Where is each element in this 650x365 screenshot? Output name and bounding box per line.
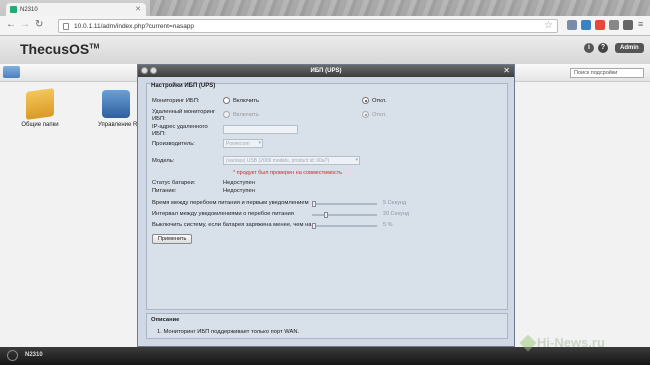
slider-value: 20 Секунд [383, 211, 410, 217]
favicon-icon [10, 6, 17, 13]
brand-logo: ThecusOSTM [20, 41, 100, 57]
ip-label: IP-адрес удаленного ИБП: [152, 124, 208, 137]
desktop-icon-label: Общие папки [21, 122, 59, 128]
taskbar-label: N2310 [25, 352, 43, 358]
close-icon[interactable]: ✕ [503, 65, 510, 77]
vendor-select[interactable]: Powercom ▾ [223, 139, 263, 148]
pocket-icon[interactable] [595, 20, 605, 30]
ups-dialog: ИБП (UPS) ✕ Настройки ИБП (UPS) Монитори… [137, 64, 515, 347]
search-input[interactable]: Поиск подсройки [570, 68, 644, 78]
database-icon [102, 90, 130, 118]
battery-status-value: Недоступен [223, 180, 255, 186]
compatibility-warning: * продукт был проверен на совместимость [233, 170, 343, 176]
enable-label: Включить [233, 98, 260, 104]
reload-icon[interactable]: ↻ [35, 19, 43, 30]
enable-label: Включить [233, 112, 260, 118]
section-title: Настройки ИБП (UPS) [151, 83, 216, 89]
desktop-icon-label: Управление R [98, 122, 138, 128]
slider-label: Время между перебоем питания и первым ув… [152, 200, 309, 206]
monitoring-off-radio[interactable] [362, 97, 369, 104]
address-bar[interactable]: 10.0.1.11/adm/index.php?current=nasapp ☆ [58, 19, 558, 33]
slider-handle[interactable] [324, 212, 329, 218]
power-label: Питание: [152, 188, 177, 194]
remote-monitoring-label: Удаленный мониторинг ИБП: [152, 109, 216, 122]
start-menu-icon[interactable] [3, 66, 20, 78]
extension-icon[interactable] [581, 20, 591, 30]
extension-icon[interactable] [623, 20, 633, 30]
interval-slider[interactable] [312, 212, 377, 218]
power-icon[interactable] [7, 350, 18, 361]
vendor-value: Powercom [226, 141, 250, 147]
ups-settings-fieldset: Настройки ИБП (UPS) Мониторинг ИБП: Вклю… [146, 83, 508, 310]
remote-enable-radio[interactable] [223, 111, 230, 118]
monitoring-label: Мониторинг ИБП: [152, 98, 200, 104]
chevron-down-icon: ▾ [355, 157, 358, 163]
admin-menu[interactable]: Admin [615, 43, 644, 53]
slider-handle[interactable] [312, 223, 316, 229]
extension-icon[interactable] [609, 20, 619, 30]
vendor-label: Производитель: [152, 141, 195, 147]
bookmark-star-icon[interactable]: ☆ [544, 20, 553, 31]
extension-icon[interactable] [567, 20, 577, 30]
dialog-titlebar[interactable]: ИБП (UPS) ✕ [138, 65, 514, 77]
maximize-button[interactable] [150, 67, 157, 74]
admin-label: Admin [620, 45, 639, 51]
help-icon[interactable]: ? [598, 43, 608, 53]
slider-label: Выключить систему, если батарея заряжена… [152, 222, 312, 228]
menu-icon[interactable]: ≡ [638, 19, 643, 29]
description-box: Описание 1. Мониторинг ИБП поддерживает … [146, 313, 508, 339]
slider-value: 5 Секунд [383, 200, 407, 206]
description-text: 1. Мониторинг ИБП поддерживает только по… [157, 329, 300, 335]
off-label: Откл. [372, 112, 387, 118]
info-icon[interactable]: i [584, 43, 594, 53]
shutdown-slider[interactable] [312, 223, 377, 229]
delay-slider[interactable] [312, 201, 377, 207]
desktop-icon-shared-folders[interactable]: Общие папки [5, 88, 75, 128]
folder-icon [26, 88, 54, 120]
model-select[interactable]: (various) USB (2009 models, product id: … [223, 156, 360, 165]
model-label: Модель: [152, 158, 175, 164]
slider-label: Интервал между уведомлениями о перебое п… [152, 211, 294, 217]
off-label: Откл. [372, 98, 387, 104]
apply-button[interactable]: Применить [152, 234, 193, 244]
slider-handle[interactable] [312, 201, 316, 207]
tab-close-icon[interactable]: ✕ [135, 5, 141, 13]
model-value: (various) USB (2009 models, product id: … [226, 158, 330, 164]
dialog-title: ИБП (UPS) [310, 68, 342, 74]
ip-input[interactable] [223, 125, 298, 134]
watermark: Hi-News.ru [537, 335, 605, 350]
battery-status-label: Статус батареи: [152, 180, 196, 186]
address-bar-url: 10.0.1.11/adm/index.php?current=nasapp [74, 23, 195, 30]
remote-off-radio[interactable] [362, 111, 369, 118]
page-icon [63, 23, 69, 30]
power-value: Недоступен [223, 188, 255, 194]
browser-background-decoration [150, 0, 650, 16]
slider-value: 5 % [383, 222, 393, 228]
chevron-down-icon: ▾ [258, 140, 261, 146]
browser-toolbar: ← → ↻ 10.0.1.11/adm/index.php?current=na… [0, 16, 650, 36]
forward-icon[interactable]: → [20, 19, 30, 30]
tab-title: N2310 [20, 7, 38, 13]
browser-tab[interactable]: N2310 ✕ [6, 3, 146, 17]
monitoring-enable-radio[interactable] [223, 97, 230, 104]
minimize-button[interactable] [141, 67, 148, 74]
description-title: Описание [151, 317, 180, 323]
back-icon[interactable]: ← [6, 19, 16, 30]
